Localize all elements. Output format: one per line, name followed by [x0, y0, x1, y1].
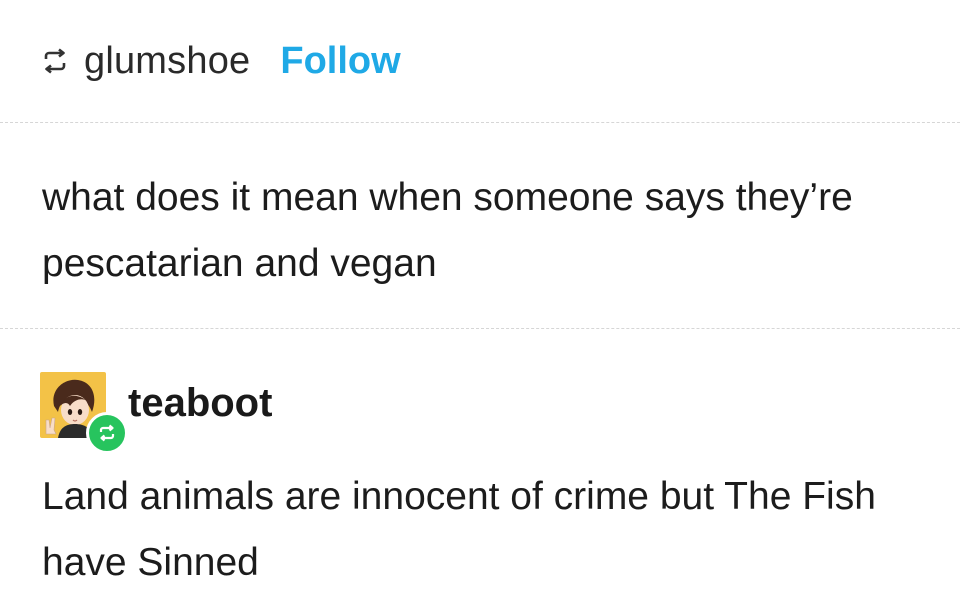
reply-body-text: Land animals are innocent of crime but T…: [42, 475, 876, 584]
divider: [0, 122, 960, 123]
follow-button[interactable]: Follow: [280, 40, 400, 83]
post-body-text: what does it mean when someone says they…: [42, 176, 853, 285]
avatar[interactable]: [40, 372, 128, 454]
username-link[interactable]: glumshoe: [84, 40, 250, 83]
reply-username-link[interactable]: teaboot: [128, 381, 272, 426]
post-header: glumshoe Follow: [40, 36, 401, 86]
divider: [0, 328, 960, 329]
reblog-badge-icon: [86, 412, 128, 454]
reply-header: teaboot: [40, 372, 272, 454]
reblog-icon: [40, 46, 70, 76]
